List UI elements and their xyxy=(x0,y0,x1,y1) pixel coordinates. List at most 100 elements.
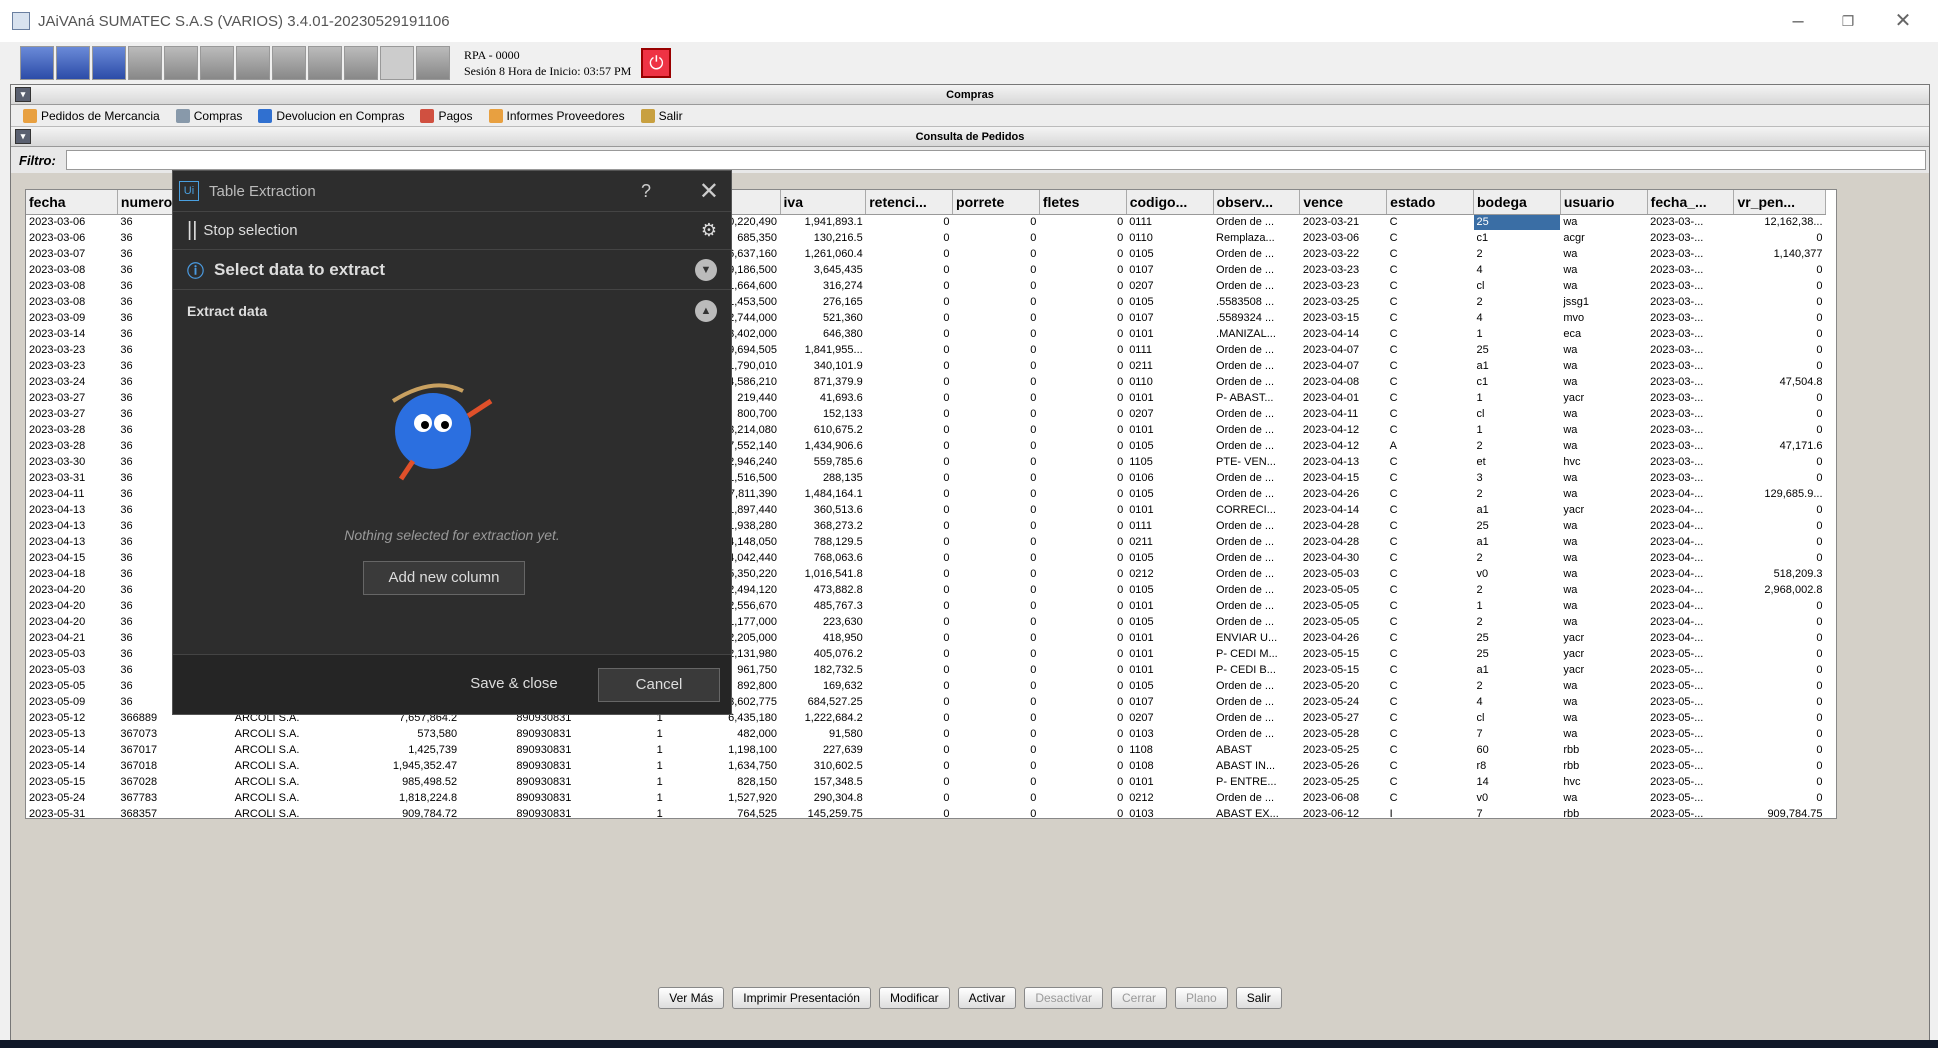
table-cell[interactable]: 2023-04-... xyxy=(1647,502,1734,518)
table-cell[interactable]: 0 xyxy=(1039,230,1126,246)
table-cell[interactable]: 0 xyxy=(953,662,1040,678)
table-cell[interactable]: 0 xyxy=(866,534,953,550)
table-cell[interactable]: 4 xyxy=(1474,262,1561,278)
imprimir-button[interactable]: Imprimir Presentación xyxy=(732,987,871,1009)
table-cell[interactable]: 2023-03-... xyxy=(1647,214,1734,230)
table-cell[interactable]: 3,645,435 xyxy=(780,262,866,278)
table-cell[interactable]: 2023-04-... xyxy=(1647,598,1734,614)
table-cell[interactable]: 0 xyxy=(1039,438,1126,454)
table-cell[interactable]: 0 xyxy=(866,214,953,230)
table-cell[interactable]: 0 xyxy=(866,294,953,310)
table-cell[interactable]: 2023-06-12 xyxy=(1300,806,1387,818)
table-cell[interactable]: 2 xyxy=(1474,678,1561,694)
table-cell[interactable]: 0107 xyxy=(1126,262,1213,278)
table-cell[interactable]: 0 xyxy=(1734,470,1826,486)
table-cell[interactable]: 1 xyxy=(1474,422,1561,438)
table-cell[interactable]: C xyxy=(1387,550,1474,566)
table-cell[interactable]: 0103 xyxy=(1126,806,1213,818)
table-cell[interactable]: 0105 xyxy=(1126,246,1213,262)
table-cell[interactable]: 367028 xyxy=(117,774,231,790)
table-cell[interactable]: 985,498.52 xyxy=(369,774,460,790)
column-header[interactable]: vence xyxy=(1299,190,1388,215)
table-cell[interactable]: cl xyxy=(1474,278,1561,294)
table-cell[interactable]: 0 xyxy=(1039,710,1126,726)
table-cell[interactable]: C xyxy=(1387,262,1474,278)
table-cell[interactable]: 2023-05-14 xyxy=(26,742,117,758)
table-cell[interactable]: 0212 xyxy=(1126,566,1213,582)
table-cell[interactable]: 0 xyxy=(1039,582,1126,598)
table-cell[interactable]: Orden de ... xyxy=(1213,582,1300,598)
table-cell[interactable]: 0 xyxy=(953,534,1040,550)
table-cell[interactable]: yacr xyxy=(1560,502,1647,518)
table-cell[interactable]: 2023-05-... xyxy=(1647,646,1734,662)
table-cell[interactable]: 2023-03-15 xyxy=(1300,310,1387,326)
table-cell[interactable]: 2023-05-05 xyxy=(1300,598,1387,614)
table-cell[interactable]: 0 xyxy=(953,342,1040,358)
table-cell[interactable]: 2023-05-... xyxy=(1647,806,1734,818)
table-cell[interactable] xyxy=(300,774,369,790)
table-cell[interactable]: 2023-03-... xyxy=(1647,278,1734,294)
table-cell[interactable]: 25 xyxy=(1474,646,1561,662)
table-cell[interactable]: 1,016,541.8 xyxy=(780,566,866,582)
table-cell[interactable]: 1,140,377 xyxy=(1734,246,1826,262)
table-cell[interactable]: 2023-05-14 xyxy=(26,758,117,774)
table-cell[interactable]: 288,135 xyxy=(780,470,866,486)
table-cell[interactable]: C xyxy=(1387,790,1474,806)
table-cell[interactable]: mvo xyxy=(1560,310,1647,326)
table-cell[interactable]: wa xyxy=(1560,790,1647,806)
table-cell[interactable]: 2023-03-06 xyxy=(1300,230,1387,246)
table-cell[interactable]: 2023-03-08 xyxy=(26,262,117,278)
table-cell[interactable]: 2023-05-... xyxy=(1647,662,1734,678)
table-cell[interactable]: 2023-04-... xyxy=(1647,486,1734,502)
table-cell[interactable]: C xyxy=(1387,214,1474,230)
table-cell[interactable]: 2023-05-27 xyxy=(1300,710,1387,726)
table-cell[interactable]: 2023-03-23 xyxy=(1300,278,1387,294)
table-cell[interactable]: 0110 xyxy=(1126,374,1213,390)
power-icon[interactable]: ⏻ xyxy=(641,48,672,78)
table-cell[interactable]: 0 xyxy=(866,598,953,614)
table-cell[interactable]: P- ABAST... xyxy=(1213,390,1300,406)
table-cell[interactable]: 0 xyxy=(866,550,953,566)
table-cell[interactable]: 0 xyxy=(1734,758,1826,774)
table-cell[interactable]: 0105 xyxy=(1126,678,1213,694)
table-cell[interactable]: 1,222,684.2 xyxy=(780,710,866,726)
table-cell[interactable]: 2023-05-... xyxy=(1647,758,1734,774)
table-cell[interactable]: C xyxy=(1387,534,1474,550)
table-cell[interactable]: 2023-04-08 xyxy=(1300,374,1387,390)
table-cell[interactable]: Orden de ... xyxy=(1213,374,1300,390)
table-cell[interactable]: 367783 xyxy=(117,790,231,806)
table-cell[interactable]: 0 xyxy=(953,438,1040,454)
table-cell[interactable]: 0 xyxy=(866,262,953,278)
table-cell[interactable]: wa xyxy=(1560,342,1647,358)
table-cell[interactable]: 0 xyxy=(1734,790,1826,806)
table-cell[interactable]: 684,527.25 xyxy=(780,694,866,710)
table-cell[interactable]: 0 xyxy=(953,646,1040,662)
table-cell[interactable]: 2023-04-13 xyxy=(26,534,117,550)
table-cell[interactable]: 2023-04-15 xyxy=(1300,470,1387,486)
table-cell[interactable]: 0 xyxy=(1734,422,1826,438)
table-cell[interactable]: acgr xyxy=(1560,230,1647,246)
table-cell[interactable]: 0 xyxy=(1734,342,1826,358)
table-cell[interactable]: 2023-05-15 xyxy=(26,774,117,790)
column-header[interactable]: fecha xyxy=(26,190,118,215)
table-cell[interactable]: Orden de ... xyxy=(1213,262,1300,278)
table-cell[interactable]: C xyxy=(1387,614,1474,630)
table-cell[interactable]: 2023-04-... xyxy=(1647,566,1734,582)
table-cell[interactable]: 2023-03-... xyxy=(1647,358,1734,374)
table-cell[interactable]: 0211 xyxy=(1126,358,1213,374)
table-cell[interactable]: 0 xyxy=(866,310,953,326)
table-cell[interactable]: 2023-04-07 xyxy=(1300,358,1387,374)
table-cell[interactable]: 0 xyxy=(953,294,1040,310)
table-cell[interactable]: 0 xyxy=(1039,646,1126,662)
table-cell[interactable]: 0 xyxy=(866,806,953,818)
table-cell[interactable]: wa xyxy=(1560,694,1647,710)
table-cell[interactable]: ABAST IN... xyxy=(1213,758,1300,774)
table-cell[interactable]: 2023-04-... xyxy=(1647,534,1734,550)
table-cell[interactable]: 25 xyxy=(1473,214,1561,230)
table-cell[interactable]: 559,785.6 xyxy=(780,454,866,470)
table-cell[interactable]: Orden de ... xyxy=(1213,550,1300,566)
table-cell[interactable]: 2023-04-... xyxy=(1647,630,1734,646)
table-cell[interactable]: 0101 xyxy=(1126,774,1213,790)
table-cell[interactable]: eca xyxy=(1560,326,1647,342)
table-cell[interactable]: 1,818,224.8 xyxy=(369,790,460,806)
